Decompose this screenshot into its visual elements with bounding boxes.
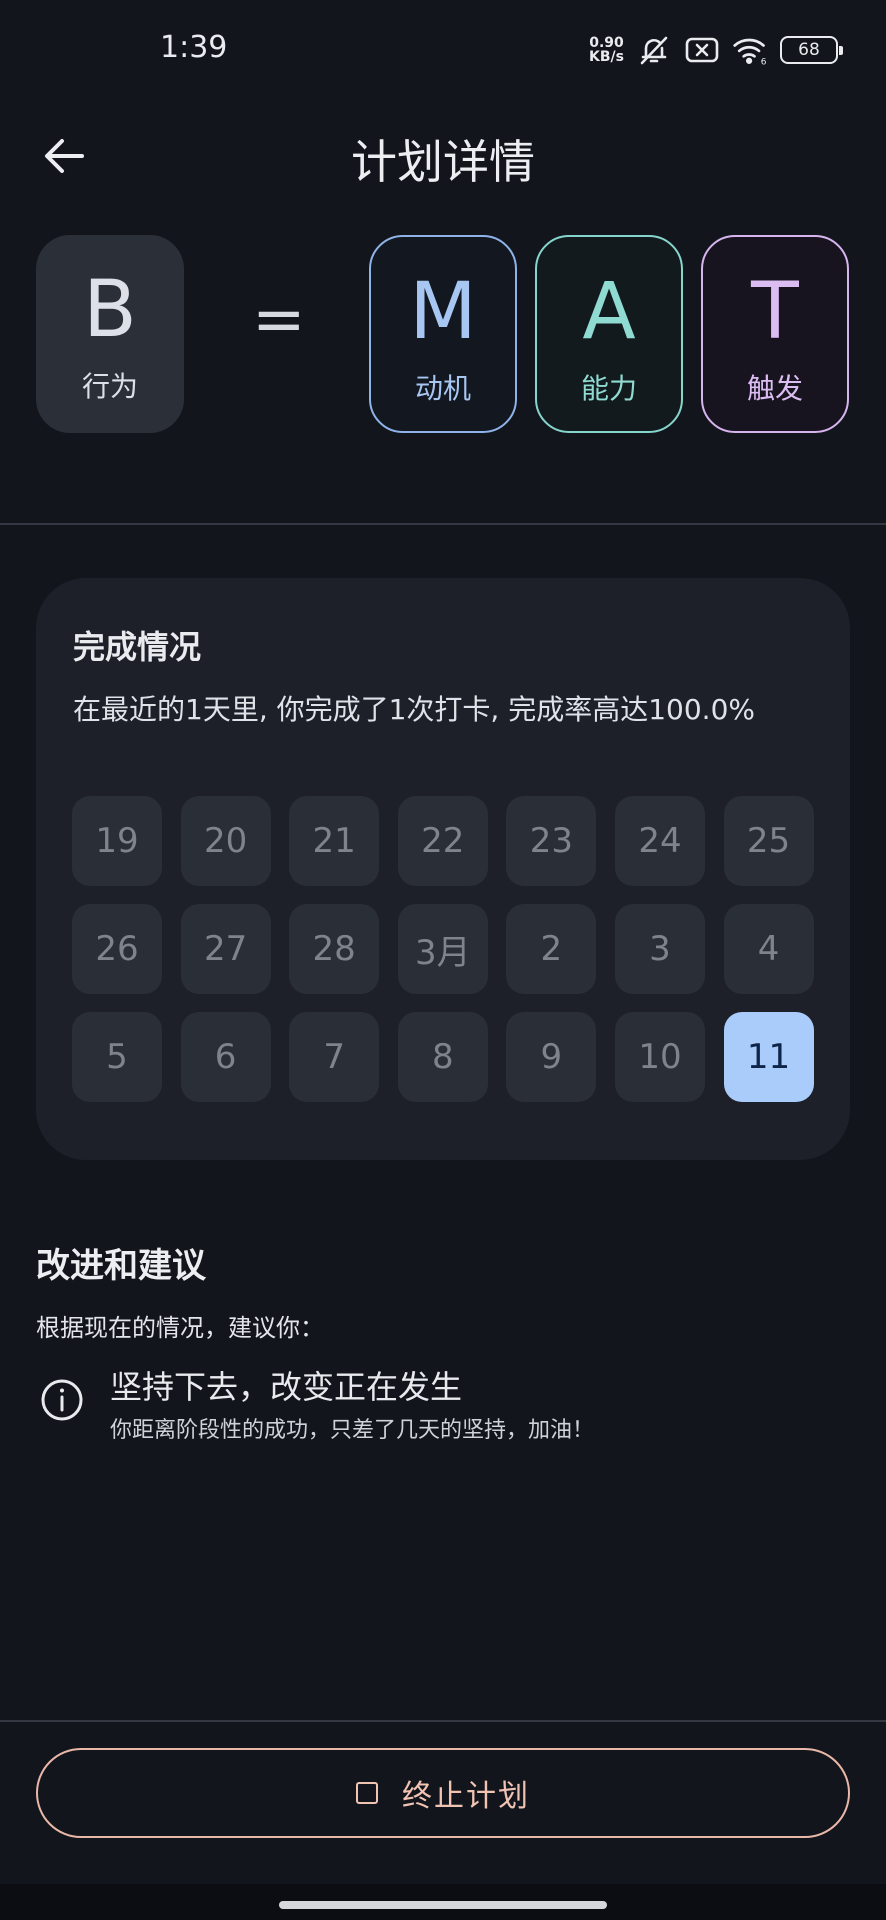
calendar-day[interactable]: 7 [289,1012,380,1102]
footer-divider [0,1720,886,1722]
mute-bell-icon [636,32,672,68]
calendar-day[interactable]: 20 [180,796,271,886]
status-icons: 0.90 KB/s 6 68 [589,30,843,70]
calendar-day[interactable]: 4 [723,904,814,994]
calendar-day[interactable]: 2 [506,904,597,994]
calendar-day[interactable]: 8 [397,1012,488,1102]
suggestions-title: 改进和建议 [36,1246,206,1286]
calendar-day[interactable]: 22 [397,796,488,886]
battery-level: 68 [798,40,820,60]
trigger-letter: T [751,267,799,357]
status-time: 1:39 [160,30,228,65]
wifi-6-icon: 6 [732,32,768,68]
completion-description: 在最近的1天里, 你完成了1次打卡, 完成率高达100.0% [73,693,755,726]
stop-plan-button[interactable]: 终止计划 [36,1748,850,1838]
info-circle-icon [41,1379,83,1421]
calendar-day[interactable]: 5 [72,1012,162,1102]
section-divider [0,523,886,525]
ability-tile[interactable]: A 能力 [535,235,683,433]
calendar-day[interactable]: 24 [614,796,705,886]
completion-title: 完成情况 [73,628,202,666]
motivation-letter: M [409,267,477,357]
behavior-letter: B [83,265,137,355]
calendar-day[interactable]: 6 [180,1012,271,1102]
equals-sign: = [252,283,306,357]
calendar-day[interactable]: 26 [72,904,162,994]
completion-card: 完成情况 在最近的1天里, 你完成了1次打卡, 完成率高达100.0% 19 20… [36,578,850,1160]
network-speed-value: 0.90 [589,35,624,51]
ability-label: 能力 [580,372,637,405]
behavior-tile: B 行为 [36,235,184,433]
behavior-label: 行为 [81,370,138,403]
calendar-day[interactable]: 9 [506,1012,597,1102]
network-speed: 0.90 KB/s [589,36,624,64]
stop-square-icon [356,1782,378,1804]
trigger-tile[interactable]: T 触发 [701,235,849,433]
network-speed-unit: KB/s [589,49,624,65]
suggestion-item: 坚持下去，改变正在发生 你距离阶段性的成功，只差了几天的坚持，加油！ [36,1362,850,1452]
calendar-day[interactable]: 23 [506,796,597,886]
status-bar: 1:39 0.90 KB/s 6 68 [0,0,886,100]
suggestions-intro: 根据现在的情况，建议你： [36,1314,324,1342]
ability-letter: A [582,267,636,357]
calendar-day-checked[interactable]: 11 [723,1012,814,1102]
suggestion-detail: 你距离阶段性的成功，只差了几天的坚持，加油！ [110,1418,595,1443]
calendar-day[interactable]: 21 [289,796,380,886]
page-title: 计划详情 [351,135,535,189]
calendar-day[interactable]: 10 [614,1012,705,1102]
gesture-nav-bar [0,1884,886,1920]
calendar-day[interactable]: 19 [72,796,162,886]
calendar-day[interactable]: 25 [723,796,814,886]
app-header: 计划详情 [0,100,886,210]
svg-text:6: 6 [761,57,767,67]
suggestion-title: 坚持下去，改变正在发生 [110,1368,463,1406]
motivation-label: 动机 [414,372,471,405]
trigger-label: 触发 [746,372,803,405]
sim-x-icon [684,32,720,68]
calendar-day[interactable]: 27 [180,904,271,994]
motivation-tile[interactable]: M 动机 [369,235,517,433]
calendar-day[interactable]: 3月 [397,904,488,994]
checkin-calendar: 19 20 21 22 23 24 25 26 27 28 3月 2 3 4 5 6 7 8 9 10 11 [72,796,814,1102]
behavior-formula: B 行为 = M 动机 A 能力 T 触发 [0,235,886,435]
stop-plan-label: 终止计划 [402,1779,530,1814]
home-indicator[interactable] [279,1901,607,1909]
calendar-day[interactable]: 3 [614,904,705,994]
calendar-day[interactable]: 28 [289,904,380,994]
battery-icon: 68 [780,36,843,64]
